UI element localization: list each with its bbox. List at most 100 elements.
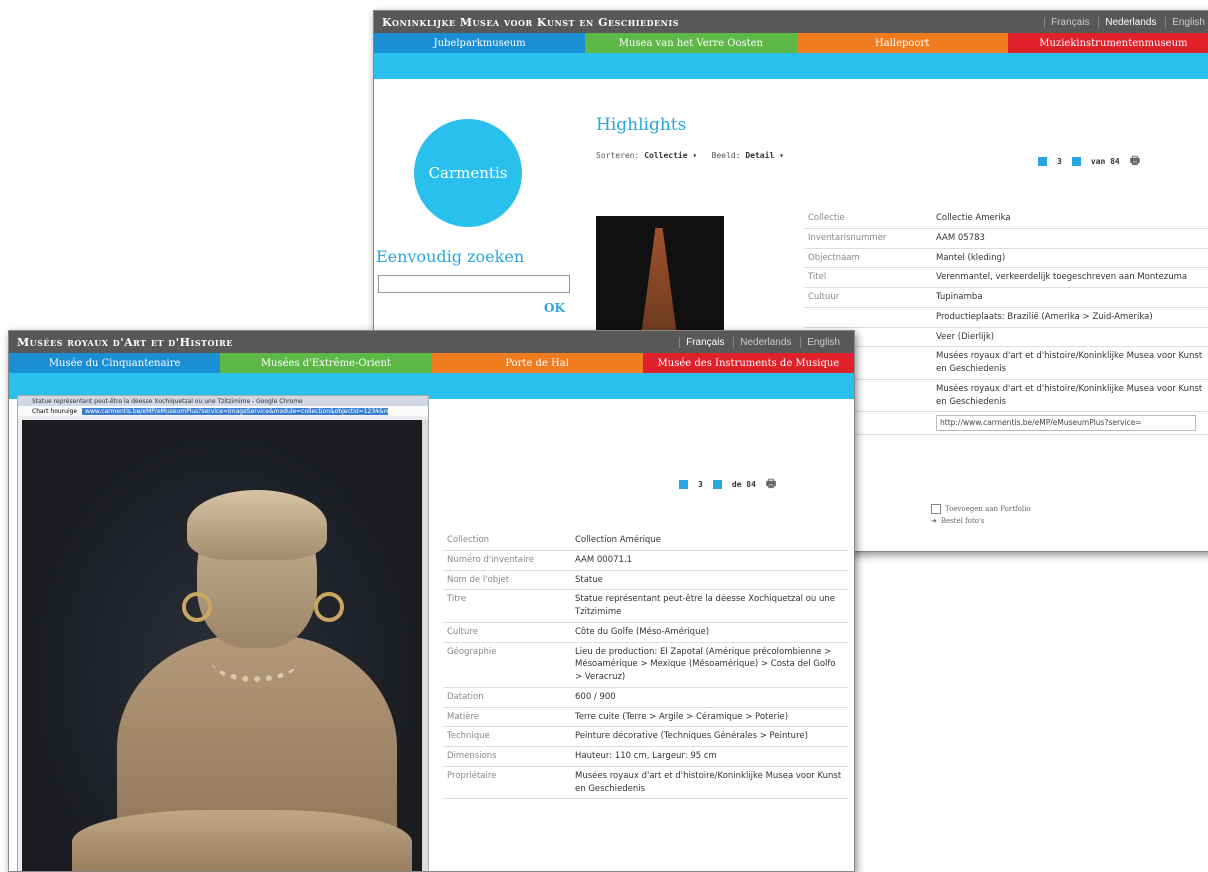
field-value: http://www.carmentis.be/eMP/eMuseumPlus?… [932, 411, 1208, 435]
field-label [804, 307, 932, 328]
print-icon[interactable]: 🖶 [1130, 152, 1140, 171]
permalink-field[interactable]: http://www.carmentis.be/eMP/eMuseumPlus?… [936, 415, 1196, 431]
field-label: Dimensions [443, 746, 571, 767]
table-row: Dimensions Hauteur: 110 cm, Largeur: 95 c… [443, 746, 848, 767]
tab-hallepoort[interactable]: Hallepoort [796, 33, 1008, 53]
language-switch: Français Nederlands English [1044, 16, 1208, 28]
lang-nl[interactable]: Nederlands [733, 336, 798, 348]
prev-icon[interactable] [1038, 157, 1047, 166]
table-row: Cultuur Tupinamba [804, 287, 1208, 308]
field-value: Lieu de production: El Zapotal (Amérique… [571, 642, 848, 688]
table-row: Collectie Collectie Amerika [804, 209, 1208, 229]
next-icon[interactable] [712, 480, 722, 489]
tab-cinquantenaire[interactable]: Musée du Cinquantenaire [9, 353, 221, 373]
lang-fr[interactable]: Français [679, 336, 731, 348]
search-title: Eenvoudig zoeken [376, 247, 525, 266]
lang-en[interactable]: English [800, 336, 846, 348]
field-value: Peinture décorative (Techniques Générale… [571, 726, 848, 747]
order-photos-link[interactable]: Bestel foto's [941, 517, 985, 525]
field-value: Veer (Dierlijk) [932, 327, 1208, 348]
tab-jubelpark[interactable]: Jubelparkmuseum [374, 33, 586, 53]
museum-tabs: Jubelparkmuseum Musea van het Verre Oost… [374, 33, 1208, 53]
table-row: Numéro d'inventaire AAM 00071.1 [443, 550, 848, 571]
table-row: Culture Côte du Golfe (Méso-Amérique) [443, 622, 848, 643]
table-row: Objectnaam Mantel (kleding) [804, 248, 1208, 269]
field-label: Matière [443, 707, 571, 728]
table-row: Géographie Lieu de production: El Zapotal… [443, 642, 848, 688]
prev-icon[interactable] [679, 480, 688, 489]
table-row: Inventarisnummer AAM 05783 [804, 228, 1208, 249]
table-row: khttp://www.carmentis.be/eMP/eMuseumPlus… [804, 411, 1208, 435]
search-ok-button[interactable]: OK [544, 301, 565, 315]
sort-bar: Sorteren: Collectie ▾ Beeld: Detail ▾ [596, 151, 784, 160]
popup-address-label: Chart houruige [32, 407, 78, 415]
header-bar: Musées royaux d'Art et d'Histoire França… [9, 331, 854, 353]
museum-title: Koninklijke Musea voor Kunst en Geschied… [382, 15, 679, 29]
field-value: AAM 00071.1 [571, 550, 848, 571]
field-value: Musées royaux d'art et d'histoire/Konink… [932, 379, 1208, 413]
view-label: Beeld: [711, 151, 741, 160]
table-row: Nom de l'objet Statue [443, 570, 848, 591]
lang-en[interactable]: English [1165, 16, 1208, 28]
view-dropdown[interactable]: Detail ▾ [745, 151, 784, 160]
page-title: Highlights [596, 115, 687, 135]
object-details-table: Collectie Collectie Amerika Inventarisnum… [804, 209, 1208, 435]
popup-url[interactable]: www.carmentis.be/eMP/eMuseumPlus?service… [82, 407, 389, 415]
museum-tabs: Musée du Cinquantenaire Musées d'Extrême… [9, 353, 854, 373]
tab-extreme-orient[interactable]: Musées d'Extrême-Orient [220, 353, 432, 373]
table-row: Titel Verenmantel, verkeerdelijk toegesch… [804, 267, 1208, 288]
field-value: Côte du Golfe (Méso-Amérique) [571, 622, 848, 643]
window-french: Musées royaux d'Art et d'Histoire França… [8, 330, 855, 872]
field-value: Musées royaux d'art et d'histoire/Konink… [571, 766, 848, 800]
arrow-icon: ➜ [931, 517, 937, 525]
table-row: Veer (Dierlijk) [804, 327, 1208, 348]
field-label: Technique [443, 726, 571, 747]
table-row: Propriétaire Musées royaux d'art et d'his… [443, 766, 848, 800]
pager-current: 3 [698, 480, 703, 489]
actions: Toevoegen aan Portfolio ➜ Bestel foto's [931, 504, 1031, 528]
field-value: Mantel (kleding) [932, 248, 1208, 269]
header-bar: Koninklijke Musea voor Kunst en Geschied… [374, 11, 1208, 33]
table-row: Productieplaats: Brazilië (Amerika > Zui… [804, 307, 1208, 328]
field-label: Cultuur [804, 287, 932, 308]
print-icon[interactable]: 🖶 [766, 475, 776, 494]
portfolio-label: Toevoegen aan Portfolio [945, 505, 1031, 513]
popup-address-bar: Chart houruige www.carmentis.be/eMP/eMus… [18, 406, 428, 416]
popup-scrollbar[interactable] [422, 420, 428, 871]
field-label: Collectie [804, 209, 932, 229]
field-value: Terre cuite (Terre > Argile > Céramique … [571, 707, 848, 728]
next-icon[interactable] [1071, 157, 1081, 166]
lang-fr[interactable]: Français [1044, 16, 1096, 28]
lang-nl[interactable]: Nederlands [1098, 16, 1163, 28]
search-input[interactable] [378, 275, 570, 293]
field-label: Datation [443, 687, 571, 708]
portfolio-checkbox[interactable] [931, 504, 941, 514]
tab-muziekinstrumenten[interactable]: Muziekinstrumentenmuseum [1007, 33, 1208, 53]
field-value: Hauteur: 110 cm, Largeur: 95 cm [571, 746, 848, 767]
pager: 3 de 84 🖶 [679, 475, 776, 494]
table-row: Titre Statue représentant peut-être la dé… [443, 589, 848, 623]
field-value: Collectie Amerika [932, 209, 1208, 229]
field-value: Collection Amérique [571, 531, 848, 551]
field-label: Culture [443, 622, 571, 643]
field-label: Inventarisnummer [804, 228, 932, 249]
field-label: Propriétaire [443, 766, 571, 800]
tab-porte-de-hal[interactable]: Porte de Hal [431, 353, 643, 373]
popup-title: Statue représentant peut-être la déesse … [18, 396, 428, 406]
pager-total: de 84 [731, 480, 756, 489]
field-label: Nom de l'objet [443, 570, 571, 591]
field-value: Tupinamba [932, 287, 1208, 308]
tab-verre-oosten[interactable]: Musea van het Verre Oosten [585, 33, 797, 53]
field-label: Numéro d'inventaire [443, 550, 571, 571]
field-value: AAM 05783 [932, 228, 1208, 249]
field-value: Productieplaats: Brazilië (Amerika > Zui… [932, 307, 1208, 328]
field-label: Géographie [443, 642, 571, 688]
sort-dropdown[interactable]: Collectie ▾ [644, 151, 697, 160]
tab-instruments[interactable]: Musée des Instruments de Musique [642, 353, 854, 373]
field-value: 600 / 900 [571, 687, 848, 708]
pager-current: 3 [1057, 157, 1062, 166]
carmentis-logo[interactable]: Carmentis [414, 119, 522, 227]
field-label: Collection [443, 531, 571, 551]
object-thumbnail[interactable] [596, 216, 724, 336]
image-popup-window: Statue représentant peut-être la déesse … [17, 395, 429, 871]
